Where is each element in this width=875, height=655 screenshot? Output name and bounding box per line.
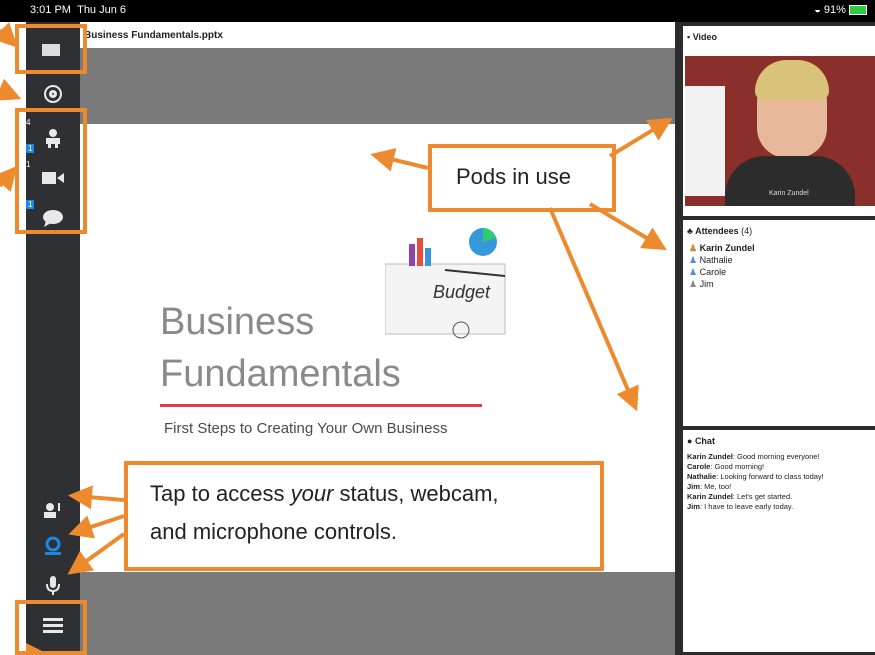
attendee-item[interactable]: ♟ Nathalie <box>683 254 875 266</box>
attendee-item[interactable]: ♟ Karin Zundel <box>683 242 875 254</box>
attendees-pod: ♣ Attendees (4) ♟ Karin Zundel ♟ Nathali… <box>683 220 875 426</box>
pods-highlight <box>15 108 87 234</box>
status-callout-line2: and microphone controls. <box>150 519 398 544</box>
slide-title-line2: Fundamentals <box>160 353 401 395</box>
status-callout-line1: Tap to access your status, webcam, <box>150 481 499 506</box>
participant-icon: ♟ <box>689 267 698 277</box>
share-pod-header: Business Fundamentals.pptx <box>80 22 675 48</box>
slide-title-line1: Business <box>160 301 315 343</box>
raise-hand-icon <box>44 503 60 518</box>
chat-pod: ● Chat Karin Zundel: Good morning everyo… <box>683 430 875 652</box>
microphone-icon <box>46 576 60 595</box>
webcam-user-icon <box>45 536 61 555</box>
chat-pod-header: ● Chat <box>687 436 715 446</box>
video-pod: ▪ Video Karin Zundel <box>683 26 875 216</box>
file-title: Business Fundamentals.pptx <box>84 30 223 41</box>
status-callout: Tap to access your status, webcam, and m… <box>124 461 604 571</box>
video-pod-header: ▪ Video <box>687 32 718 42</box>
pods-callout-text: Pods in use <box>456 164 571 189</box>
status-bar: 3:01 PM Thu Jun 6 ◒ 91% <box>0 0 875 22</box>
budget-graphic: Budget <box>384 224 545 344</box>
battery-icon <box>849 5 867 16</box>
webcam-name-overlay: Karin Zundel <box>769 190 809 197</box>
status-right: ◒ 91% <box>814 4 867 16</box>
pods-callout: Pods in use <box>428 144 616 212</box>
title-underline <box>160 404 482 407</box>
menu-highlight <box>15 600 87 655</box>
participant-icon: ♟ <box>689 279 698 289</box>
participant-icon: ♟ <box>689 255 698 265</box>
target-icon <box>44 85 62 103</box>
chat-message: Carole: Good morning! <box>687 462 765 471</box>
status-time: 3:01 PM Thu Jun 6 <box>30 4 127 16</box>
slide-subtitle: First Steps to Creating Your Own Busines… <box>164 420 448 437</box>
attendee-item[interactable]: ♟ Jim <box>683 278 875 290</box>
layouts-highlight <box>15 24 87 74</box>
attendee-item[interactable]: ♟ Carole <box>683 266 875 278</box>
status-button[interactable] <box>26 490 80 530</box>
budget-text: Budget <box>433 282 491 302</box>
chat-message: Karin Zundel: Good morning everyone! <box>687 452 820 461</box>
chat-message: Karin Zundel: Let's get started. <box>687 492 793 501</box>
host-icon: ♟ <box>689 243 698 253</box>
chat-message: Jim: Me, too! <box>687 482 732 491</box>
right-pods-panel: ▪ Video Karin Zundel ♣ Attendees (4) ♟ K… <box>675 22 875 655</box>
chat-message: Nathalie: Looking forward to class today… <box>687 472 824 481</box>
attendees-pod-header: ♣ Attendees (4) <box>687 226 753 236</box>
chat-message: Jim: I have to leave early today. <box>687 502 794 511</box>
webcam-feed: Karin Zundel <box>685 56 875 206</box>
webcam-button[interactable] <box>26 526 80 566</box>
